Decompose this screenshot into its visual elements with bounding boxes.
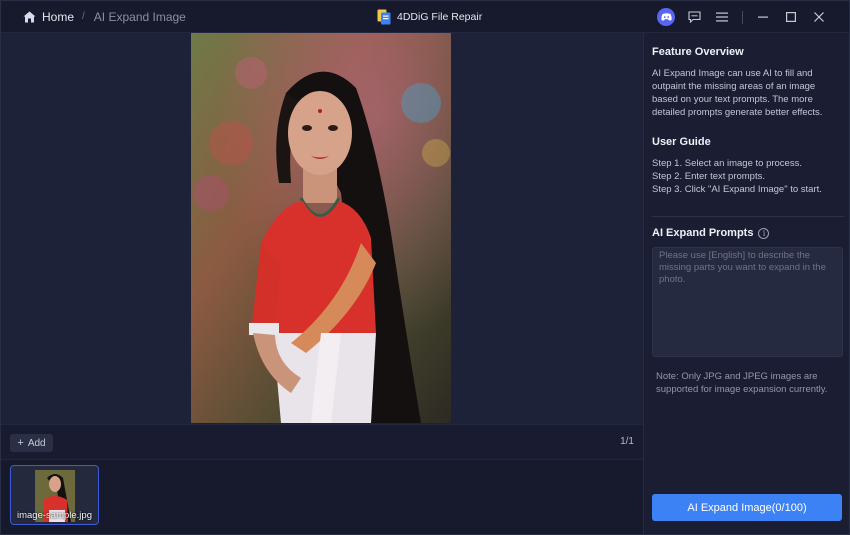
user-guide-steps: Step 1. Select an image to process. Step… bbox=[652, 157, 842, 196]
feature-overview-text: AI Expand Image can use AI to fill and o… bbox=[652, 68, 823, 118]
guide-step: Step 1. Select an image to process. bbox=[652, 158, 802, 169]
hamburger-menu-icon bbox=[716, 12, 728, 22]
feature-overview-title: Feature Overview bbox=[652, 46, 744, 58]
section-divider bbox=[652, 216, 844, 217]
titlebar-divider bbox=[742, 10, 743, 24]
format-note: Note: Only JPG and JPEG images are suppo… bbox=[656, 371, 828, 395]
breadcrumb-home[interactable]: Home bbox=[42, 10, 74, 24]
maximize-button[interactable] bbox=[781, 7, 801, 27]
prompts-title: AI Expand Prompts bbox=[652, 227, 754, 239]
feedback-button[interactable] bbox=[684, 7, 704, 27]
title-bar: Home / AI Expand Image 4DDiG File Repair bbox=[1, 1, 849, 33]
image-preview-area bbox=[1, 33, 643, 424]
file-repair-logo-icon bbox=[377, 9, 391, 25]
prompts-section: AI Expand Prompts i bbox=[652, 227, 844, 360]
close-button[interactable] bbox=[809, 7, 829, 27]
page-count: 1/1 bbox=[620, 436, 634, 447]
feature-panel: Feature Overview AI Expand Image can use… bbox=[643, 33, 849, 534]
home-icon[interactable] bbox=[23, 11, 36, 23]
add-button-label: Add bbox=[27, 437, 46, 449]
thumbnail-item[interactable]: image-sample.jpg bbox=[10, 465, 99, 525]
menu-button[interactable] bbox=[712, 7, 732, 27]
maximize-icon bbox=[786, 12, 796, 22]
image-toolbar: + Add 1/1 bbox=[1, 424, 643, 460]
prompts-header: AI Expand Prompts i bbox=[652, 227, 844, 239]
breadcrumb: Home / AI Expand Image bbox=[1, 1, 186, 33]
minimize-icon bbox=[758, 16, 768, 18]
app-title: 4DDiG File Repair bbox=[377, 7, 482, 27]
breadcrumb-separator: / bbox=[82, 11, 85, 22]
discord-button[interactable] bbox=[656, 7, 676, 27]
guide-step: Step 3. Click "AI Expand Image" to start… bbox=[652, 184, 822, 195]
app-window: Home / AI Expand Image 4DDiG File Repair bbox=[0, 0, 850, 535]
add-image-button[interactable]: + Add bbox=[10, 434, 53, 452]
feature-overview-section: Feature Overview AI Expand Image can use… bbox=[652, 46, 842, 119]
user-guide-section: User Guide Step 1. Select an image to pr… bbox=[652, 136, 842, 196]
window-controls bbox=[648, 1, 829, 33]
app-name: 4DDiG File Repair bbox=[397, 11, 483, 23]
minimize-button[interactable] bbox=[753, 7, 773, 27]
thumbnail-strip: image-sample.jpg bbox=[1, 460, 643, 534]
breadcrumb-current: AI Expand Image bbox=[93, 9, 186, 24]
guide-step: Step 2. Enter text prompts. bbox=[652, 171, 765, 182]
close-icon bbox=[814, 12, 824, 22]
thumbnail-filename: image-sample.jpg bbox=[17, 510, 92, 521]
discord-icon bbox=[657, 8, 675, 26]
user-guide-title: User Guide bbox=[652, 136, 711, 148]
feedback-icon bbox=[687, 11, 701, 23]
prompt-input[interactable] bbox=[652, 247, 843, 357]
plus-icon: + bbox=[17, 437, 24, 449]
info-icon[interactable]: i bbox=[758, 227, 770, 239]
ai-expand-image-button[interactable]: AI Expand Image(0/100) bbox=[652, 494, 842, 521]
preview-image bbox=[191, 33, 451, 423]
